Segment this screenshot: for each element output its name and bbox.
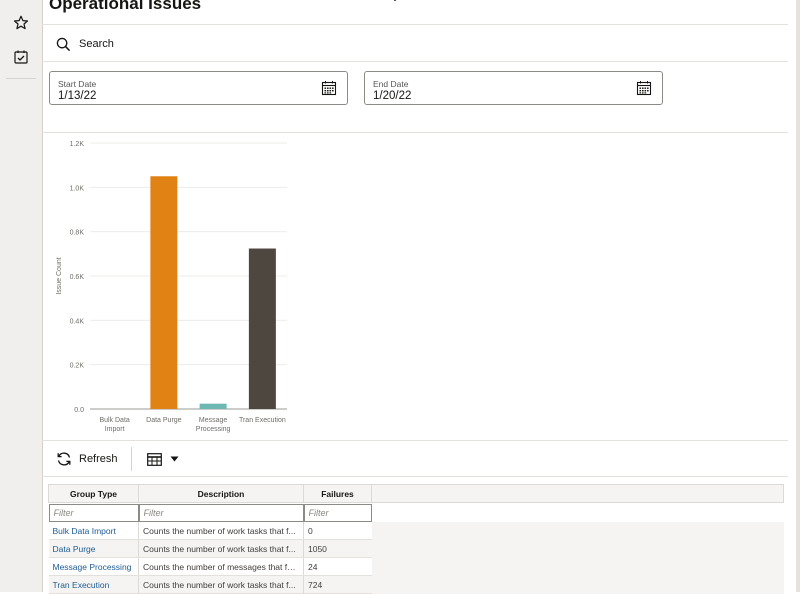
table-view-menu-button[interactable] bbox=[147, 450, 179, 468]
scrollbar-track[interactable] bbox=[796, 0, 800, 592]
filter-row bbox=[48, 503, 784, 523]
chevron-down-icon bbox=[170, 456, 179, 462]
y-tick-label: 0.6K bbox=[70, 274, 85, 281]
table-header-row: Group Type Description Failures bbox=[48, 484, 784, 503]
description-cell: Counts the number of work tasks that f..… bbox=[138, 539, 304, 558]
x-tick-label: Import bbox=[105, 426, 125, 433]
end-date-value[interactable]: 1/20/22 bbox=[373, 90, 411, 102]
x-tick-label: Tran Execution bbox=[239, 417, 286, 424]
table-row[interactable]: Message Processing Counts the number of … bbox=[48, 557, 784, 576]
description-cell: Counts the number of messages that fai..… bbox=[138, 557, 304, 576]
failures-filter-input[interactable] bbox=[303, 503, 372, 522]
y-tick-label: 1.0K bbox=[70, 185, 85, 192]
end-date-field[interactable]: End Date 1/20/22 bbox=[364, 71, 663, 105]
page-title: Operational Issues bbox=[49, 0, 202, 13]
star-icon[interactable] bbox=[8, 10, 34, 36]
group-type-filter-input[interactable] bbox=[48, 503, 139, 522]
divider bbox=[42, 61, 788, 62]
calendar-icon[interactable] bbox=[636, 80, 652, 96]
checklist-icon[interactable] bbox=[8, 44, 34, 70]
search-icon bbox=[56, 37, 71, 51]
group-type-link[interactable]: Bulk Data Import bbox=[48, 522, 139, 540]
failures-cell: 724 bbox=[303, 575, 372, 594]
left-rail bbox=[0, 0, 43, 592]
column-header-spacer bbox=[371, 484, 784, 503]
search-label: Search bbox=[79, 38, 114, 50]
issues-table: Group Type Description Failures Bulk Dat… bbox=[48, 484, 784, 594]
table-row[interactable]: Data Purge Counts the number of work tas… bbox=[48, 539, 784, 558]
divider bbox=[42, 24, 788, 25]
divider bbox=[42, 476, 788, 477]
failures-cell: 24 bbox=[303, 557, 372, 576]
filter-spacer bbox=[372, 503, 784, 523]
row-spacer bbox=[371, 522, 784, 540]
row-spacer bbox=[371, 539, 784, 558]
column-header-failures[interactable]: Failures bbox=[303, 484, 372, 503]
column-header-group-type[interactable]: Group Type bbox=[48, 484, 139, 503]
bar bbox=[150, 176, 178, 409]
failures-cell: 0 bbox=[303, 522, 372, 540]
row-spacer bbox=[371, 575, 784, 594]
x-tick-label: Data Purge bbox=[146, 417, 182, 424]
toolbar-divider bbox=[131, 447, 132, 471]
rail-divider bbox=[6, 78, 36, 79]
end-date-label: End Date bbox=[373, 79, 409, 89]
x-tick-label: Processing bbox=[196, 426, 231, 433]
group-type-link[interactable]: Tran Execution bbox=[48, 575, 139, 594]
start-date-field[interactable]: Start Date 1/13/22 bbox=[49, 71, 348, 105]
row-spacer bbox=[371, 557, 784, 576]
description-cell: Counts the number of work tasks that f..… bbox=[138, 522, 304, 540]
refresh-label: Refresh bbox=[79, 453, 118, 465]
refresh-icon bbox=[57, 452, 71, 466]
bar bbox=[248, 248, 276, 409]
column-header-description[interactable]: Description bbox=[138, 484, 304, 503]
y-tick-label: 1.2K bbox=[70, 141, 85, 148]
issue-count-bar-chart: 0.0 0.2K 0.4K 0.6K 0.8K 1.0K 1.2K Issue Count Bu… bbox=[56, 141, 287, 433]
bar bbox=[199, 403, 227, 409]
group-type-link[interactable]: Message Processing bbox=[48, 557, 139, 576]
x-tick-label: Message bbox=[199, 417, 228, 424]
search-button[interactable]: Search bbox=[56, 34, 114, 54]
y-axis-title: Issue Count bbox=[56, 257, 63, 294]
table-view-icon bbox=[147, 452, 162, 466]
divider bbox=[42, 440, 788, 441]
y-tick-label: 0.2K bbox=[70, 363, 85, 370]
y-tick-label: 0.8K bbox=[70, 230, 85, 237]
x-tick-label: Bulk Data bbox=[99, 417, 129, 424]
start-date-value[interactable]: 1/13/22 bbox=[58, 90, 96, 102]
description-cell: Counts the number of work tasks that f..… bbox=[138, 575, 304, 594]
refresh-button[interactable]: Refresh bbox=[56, 449, 118, 469]
description-filter-input[interactable] bbox=[138, 503, 304, 522]
start-date-label: Start Date bbox=[58, 79, 97, 89]
y-tick-label: 0.0 bbox=[74, 407, 84, 414]
y-tick-label: 0.4K bbox=[70, 318, 85, 325]
failures-cell: 1050 bbox=[303, 539, 372, 558]
calendar-icon[interactable] bbox=[321, 80, 337, 96]
table-row[interactable]: Bulk Data Import Counts the number of wo… bbox=[48, 522, 784, 540]
title-decoration bbox=[394, 0, 396, 1]
table-row[interactable]: Tran Execution Counts the number of work… bbox=[48, 575, 784, 594]
group-type-link[interactable]: Data Purge bbox=[48, 539, 139, 558]
